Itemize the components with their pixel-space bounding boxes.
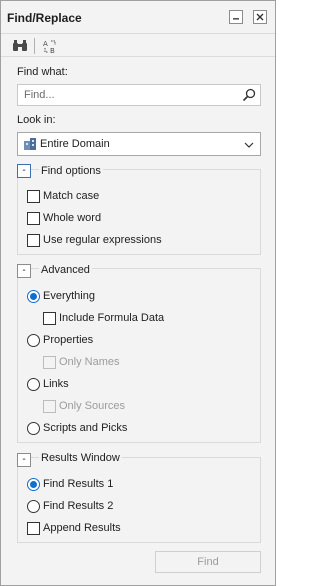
title-bar: Find/Replace — [1, 1, 275, 33]
find-replace-window: Find/Replace A B Find what: Find... Look… — [0, 0, 276, 586]
replace-button[interactable]: A B — [41, 38, 59, 54]
replace-icon: A B — [43, 40, 56, 54]
find-what-label: Find what: — [17, 66, 68, 78]
find-results-2-radio[interactable]: Find Results 2 — [27, 498, 113, 514]
regex-label: Use regular expressions — [43, 234, 162, 246]
search-button[interactable] — [240, 87, 258, 103]
radio-selected[interactable] — [27, 477, 40, 491]
include-formula-checkbox[interactable]: Include Formula Data — [43, 310, 164, 326]
scripts-radio[interactable]: Scripts and Picks — [27, 420, 127, 436]
look-in-select[interactable]: Entire Domain — [17, 132, 261, 156]
append-results-checkbox[interactable]: Append Results — [27, 520, 121, 536]
svg-text:B: B — [50, 47, 55, 54]
results-window-collapse-button[interactable]: - — [17, 453, 31, 467]
toolbar-separator — [34, 38, 35, 54]
match-case-checkbox[interactable]: Match case — [27, 188, 99, 204]
radio-unselected[interactable] — [27, 421, 40, 435]
find-input[interactable] — [24, 87, 234, 103]
advanced-title: Advanced — [39, 264, 92, 276]
find-button[interactable]: Find — [155, 551, 261, 573]
advanced-collapse-button[interactable]: - — [17, 264, 31, 278]
append-results-label: Append Results — [43, 522, 121, 534]
find-options-collapse-button[interactable]: - — [17, 164, 31, 178]
chevron-down-icon — [244, 140, 254, 152]
find-binoculars-button[interactable] — [11, 38, 29, 54]
radio-unselected[interactable] — [27, 377, 40, 391]
close-icon — [256, 13, 264, 21]
checkbox-box-disabled — [43, 399, 56, 413]
checkbox-box[interactable] — [27, 521, 40, 535]
only-sources-label: Only Sources — [59, 400, 126, 412]
look-in-value: Entire Domain — [40, 138, 110, 150]
find-options-title: Find options — [39, 165, 103, 177]
find-results-1-label: Find Results 1 — [43, 478, 114, 490]
look-in-label: Look in: — [17, 114, 56, 126]
checkbox-box[interactable] — [27, 233, 40, 247]
results-window-title: Results Window — [39, 452, 122, 464]
domain-icon — [22, 136, 40, 152]
links-label: Links — [43, 378, 69, 390]
whole-word-label: Whole word — [43, 212, 102, 224]
search-icon — [242, 88, 256, 102]
svg-text:A: A — [43, 40, 48, 48]
minimize-button[interactable] — [229, 10, 243, 24]
match-case-label: Match case — [43, 190, 100, 202]
checkbox-box[interactable] — [27, 189, 40, 203]
only-names-checkbox: Only Names — [43, 354, 120, 370]
only-sources-checkbox: Only Sources — [43, 398, 125, 414]
toolbar: A B — [1, 33, 275, 57]
radio-selected[interactable] — [27, 289, 40, 303]
radio-unselected[interactable] — [27, 333, 40, 347]
close-button[interactable] — [253, 10, 267, 24]
find-what-field[interactable] — [17, 84, 261, 106]
scripts-label: Scripts and Picks — [43, 422, 128, 434]
regex-checkbox[interactable]: Use regular expressions — [27, 232, 162, 248]
links-radio[interactable]: Links — [27, 376, 69, 392]
everything-radio[interactable]: Everything — [27, 288, 95, 304]
properties-radio[interactable]: Properties — [27, 332, 93, 348]
checkbox-box[interactable] — [43, 311, 56, 325]
properties-label: Properties — [43, 334, 94, 346]
find-results-1-radio[interactable]: Find Results 1 — [27, 476, 113, 492]
whole-word-checkbox[interactable]: Whole word — [27, 210, 101, 226]
binoculars-icon — [13, 40, 27, 51]
radio-unselected[interactable] — [27, 499, 40, 513]
everything-label: Everything — [43, 290, 95, 302]
checkbox-box[interactable] — [27, 211, 40, 225]
window-title: Find/Replace — [7, 11, 82, 25]
include-formula-label: Include Formula Data — [59, 312, 165, 324]
checkbox-box-disabled — [43, 355, 56, 369]
only-names-label: Only Names — [59, 356, 120, 368]
find-results-2-label: Find Results 2 — [43, 500, 114, 512]
minimize-icon — [233, 18, 239, 20]
